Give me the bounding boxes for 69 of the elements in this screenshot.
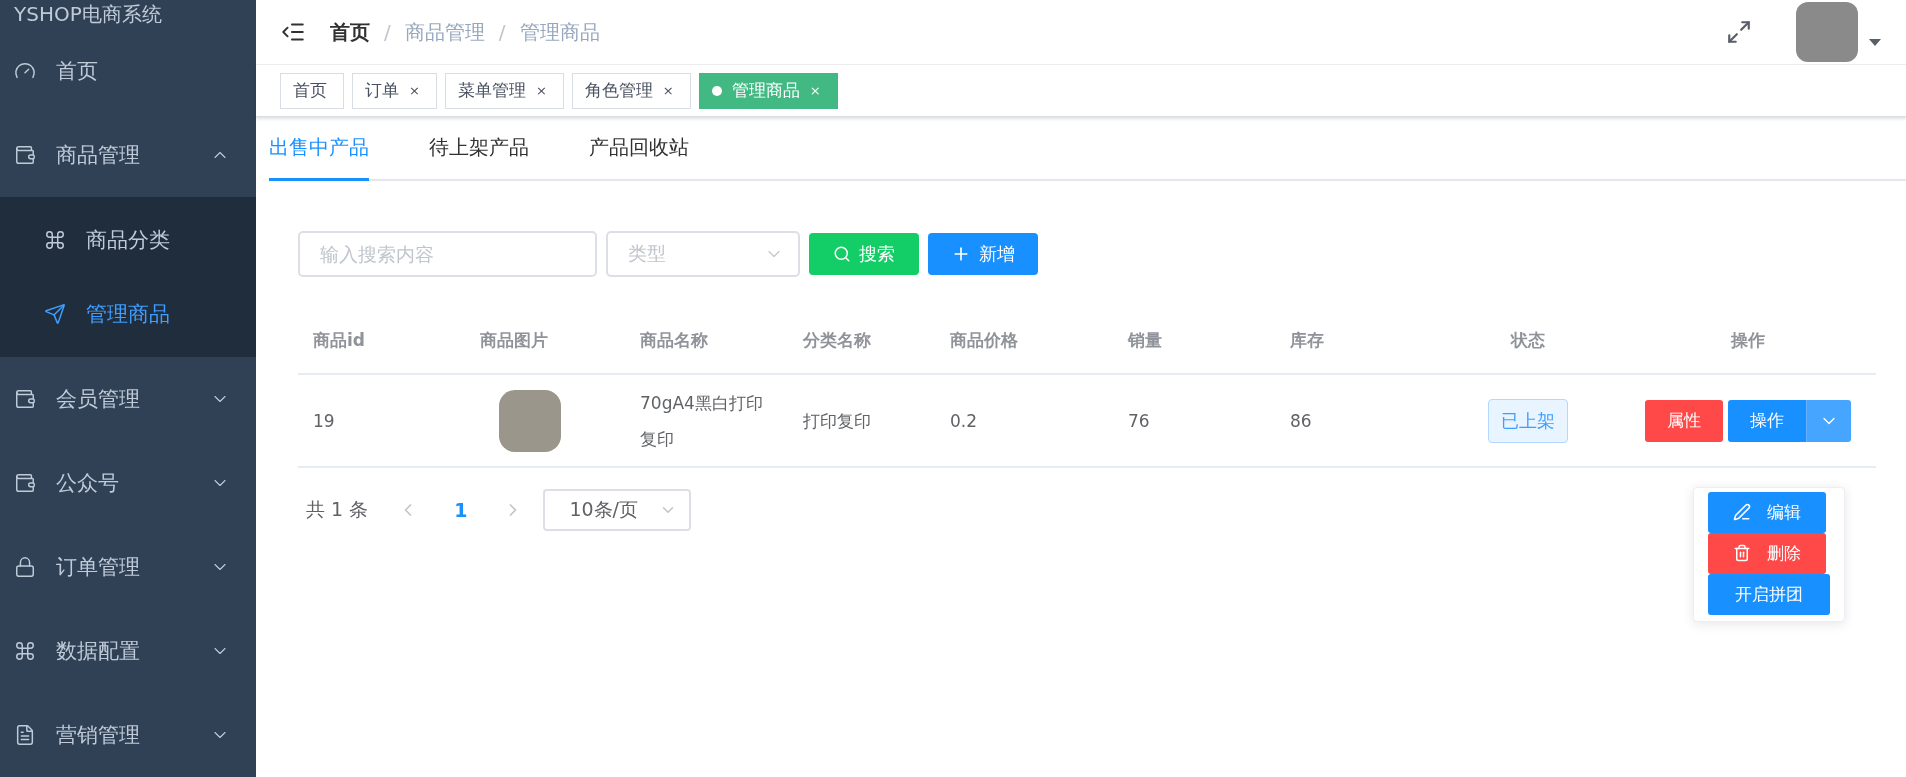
caret-down-icon[interactable]: [1868, 37, 1882, 47]
app-title: YSHOP电商系统: [13, 1, 163, 28]
fullscreen-icon[interactable]: [1726, 19, 1752, 45]
tag-tab[interactable]: 首页: [280, 72, 344, 109]
page-size-select[interactable]: 10条/页: [543, 489, 692, 531]
wallet-icon: [14, 144, 36, 166]
total-count: 共 1 条: [306, 497, 369, 522]
table-cell-text: 76: [1128, 409, 1151, 433]
document-icon: [14, 724, 36, 746]
action-button[interactable]: 操作: [1728, 399, 1806, 442]
column-header: 库存: [1289, 328, 1325, 352]
photo-placeholder: [499, 389, 561, 452]
dropdown-toggle-button[interactable]: [1806, 399, 1851, 442]
sidebar-item[interactable]: 营销管理: [0, 693, 256, 777]
sidebar-item[interactable]: 会员管理: [0, 357, 256, 441]
paper-plane-icon: [44, 303, 66, 325]
tag-tab[interactable]: 角色管理 ×: [571, 72, 691, 109]
pencil-icon: [1733, 503, 1751, 521]
close-icon[interactable]: ×: [535, 83, 547, 98]
column-header: 商品id: [312, 328, 366, 352]
breadcrumb-separator: /: [498, 20, 506, 44]
column-header: 操作: [1729, 328, 1766, 352]
sidebar-item[interactable]: 订单管理: [0, 525, 256, 609]
clover-icon: [44, 229, 66, 251]
wallet-icon: [14, 472, 36, 494]
active-dot-icon: [711, 85, 722, 96]
column-header: 销量: [1126, 328, 1163, 352]
tag-label: 订单: [365, 79, 399, 102]
column-header: 分类名称: [802, 328, 872, 352]
page-number[interactable]: 1: [454, 499, 468, 521]
tag-label: 管理商品: [731, 79, 800, 102]
tag-tab[interactable]: 菜单管理 ×: [444, 72, 564, 109]
menu-item-button[interactable]: 开启拼团: [1708, 573, 1830, 615]
breadcrumb-separator: /: [384, 20, 391, 44]
tag-label: 角色管理: [584, 79, 653, 102]
menu-item-button[interactable]: 编辑: [1708, 491, 1826, 533]
search-field[interactable]: 输入搜索内容: [298, 231, 597, 277]
add-button[interactable]: 新增: [928, 233, 1038, 275]
clover-icon: [14, 640, 36, 662]
tab[interactable]: 出售中产品: [269, 117, 369, 181]
status-tag: 已上架: [1487, 398, 1568, 443]
search-icon: [833, 245, 851, 263]
table-cell-text: 19: [313, 409, 336, 433]
avatar-photo-placeholder[interactable]: [1796, 2, 1858, 62]
tag-tab[interactable]: 订单 ×: [352, 72, 437, 109]
tab[interactable]: 待上架产品: [429, 117, 529, 181]
table-cell-text: 0.2: [950, 409, 979, 433]
close-icon[interactable]: ×: [662, 83, 674, 98]
tag-label: 菜单管理: [457, 79, 526, 102]
breadcrumb-item[interactable]: 首页: [330, 18, 370, 46]
menu-item-button[interactable]: 删除: [1708, 532, 1826, 574]
lock-icon: [14, 556, 36, 578]
column-header: 商品价格: [949, 328, 1019, 352]
column-header: 商品图片: [479, 328, 549, 352]
table-cell-text: 86: [1290, 409, 1313, 433]
attribute-button[interactable]: 属性: [1645, 399, 1723, 442]
wallet-icon: [14, 388, 36, 410]
sidebar-item[interactable]: 首页: [0, 29, 256, 113]
sidebar-item[interactable]: 商品管理: [0, 113, 256, 197]
tab[interactable]: 产品回收站: [589, 117, 689, 181]
tag-label: 首页: [293, 79, 327, 102]
sidebar-item[interactable]: 数据配置: [0, 609, 256, 693]
column-header: 商品名称: [639, 328, 709, 352]
sidebar-item[interactable]: 公众号: [0, 441, 256, 525]
close-icon[interactable]: ×: [409, 83, 420, 98]
column-header: 状态: [1509, 328, 1546, 352]
table-cell-text: 打印复印: [803, 409, 872, 433]
trash-icon: [1733, 544, 1751, 562]
table-cell-text: 70gA4黑白打印复印: [640, 391, 764, 451]
